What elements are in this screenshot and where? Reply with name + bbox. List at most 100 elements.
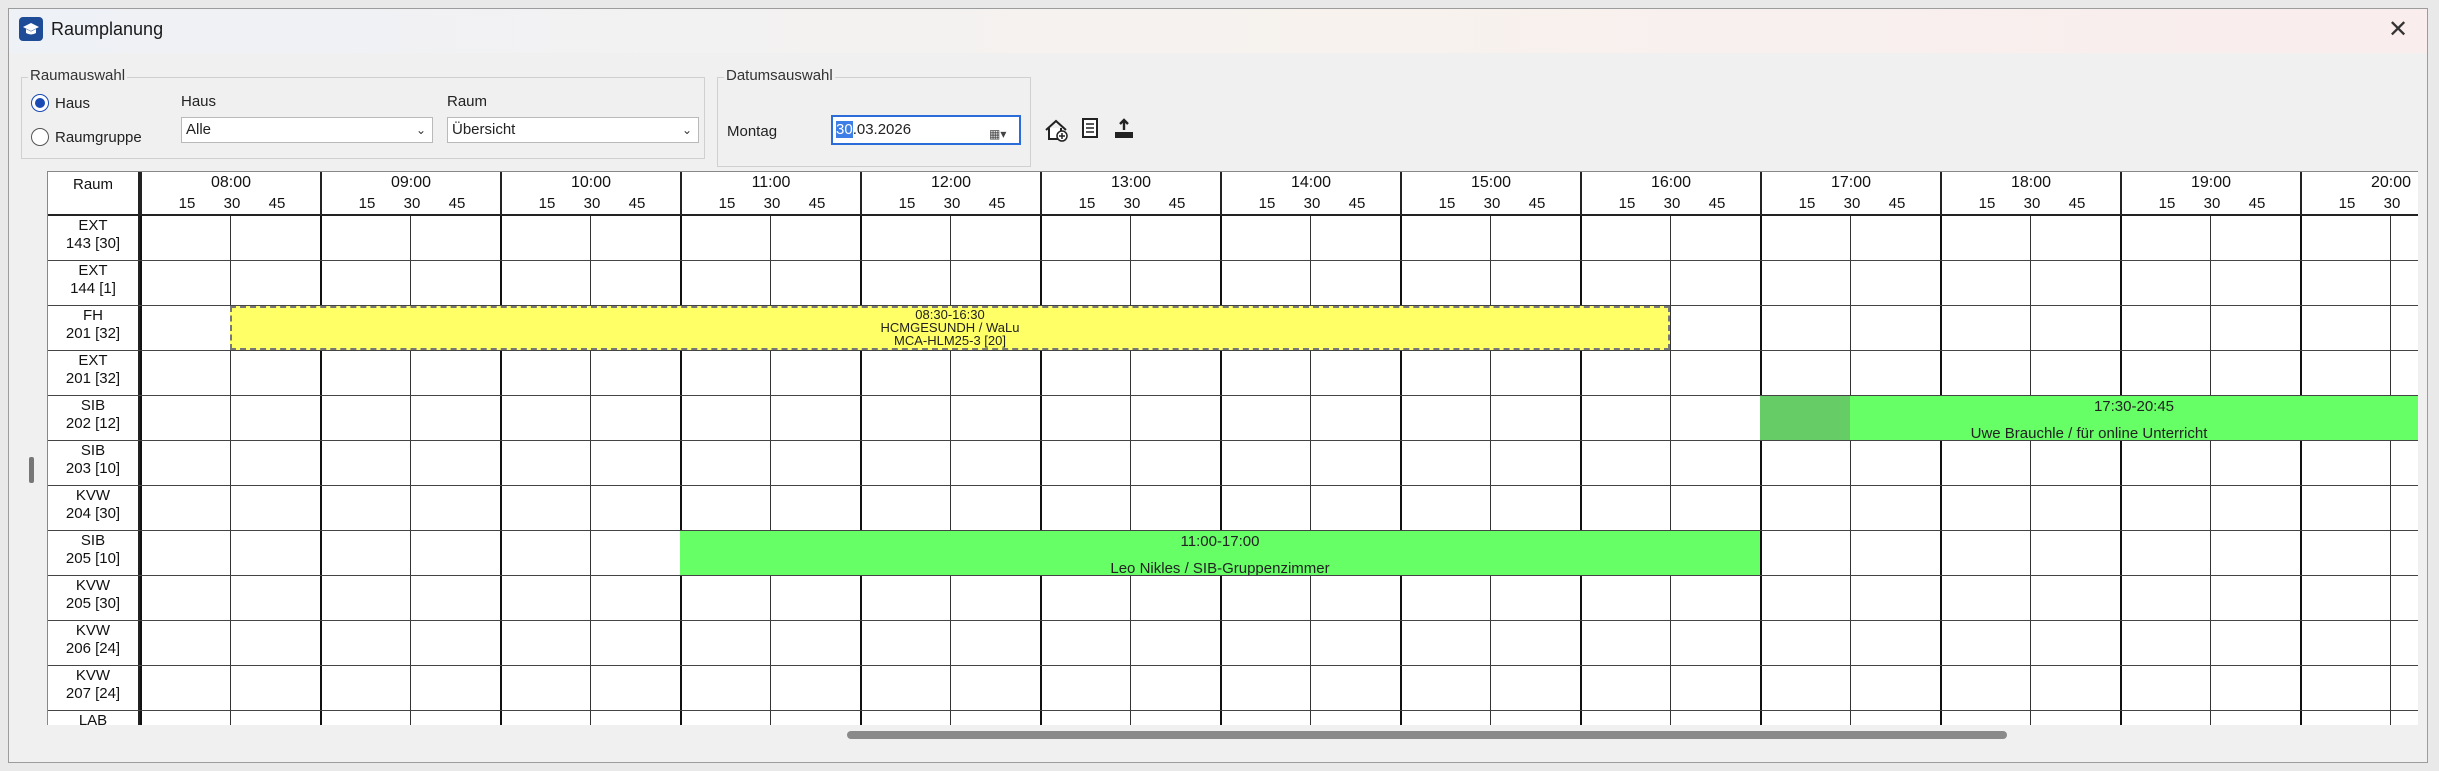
hour-header: 11:00 15 30 45 [680, 172, 860, 216]
hour-gridline [1220, 216, 1222, 725]
quarter-label: 15 [1258, 195, 1276, 212]
calendar-icon[interactable]: ▦▾ [989, 121, 1015, 141]
date-day-selected: 30 [836, 121, 853, 138]
quarter-label: 45 [988, 195, 1006, 212]
hour-header: 09:00 15 30 45 [320, 172, 500, 216]
hour-gridline [1040, 216, 1042, 725]
room-number: 144 [1] [70, 280, 116, 297]
quarter-label: 15 [1078, 195, 1096, 212]
hour-label: 14:00 [1290, 174, 1332, 191]
quarter-label: 45 [268, 195, 286, 212]
booking-block[interactable]: 17:30-20:45 Uwe Brauchle / für online Unt… [1760, 396, 2418, 440]
quarter-label: 30 [583, 195, 601, 212]
quarter-label: 30 [223, 195, 241, 212]
room-label: SIB 205 [10] [48, 531, 140, 576]
quarter-label: 45 [448, 195, 466, 212]
hour-label: 17:00 [1830, 174, 1872, 191]
quarter-label: 30 [1663, 195, 1681, 212]
hour-header: 12:00 15 30 45 [860, 172, 1040, 216]
hour-header: 10:00 15 30 45 [500, 172, 680, 216]
export-icon[interactable] [1109, 117, 1139, 147]
splitter-handle[interactable] [29, 457, 34, 483]
quarter-label: 15 [898, 195, 916, 212]
room-label: LAB [48, 711, 140, 725]
close-button[interactable]: ✕ [2381, 13, 2415, 47]
room-building: SIB [80, 397, 106, 414]
radio-haus-label[interactable]: Haus [55, 95, 90, 112]
haus-select[interactable]: Alle ⌄ [181, 117, 433, 143]
hour-header: 20:00153045 [2300, 172, 2418, 216]
quarter-label: 45 [1888, 195, 1906, 212]
date-rest: .03.2026 [852, 121, 912, 138]
half-hour-gridline [230, 216, 231, 725]
hour-gridline [1760, 216, 1762, 725]
half-hour-gridline [2390, 216, 2391, 725]
hour-header: 18:00 15 30 45 [1940, 172, 2120, 216]
room-building: KVW [75, 667, 111, 684]
booking-block[interactable]: 11:00-17:00 Leo Nikles / SIB-Gruppenzimme… [680, 531, 1760, 575]
row-gridline [48, 710, 2418, 711]
quarter-label: 15 [718, 195, 736, 212]
half-hour-gridline [950, 216, 951, 725]
raum-select[interactable]: Übersicht ⌄ [447, 117, 699, 143]
half-hour-gridline [1670, 216, 1671, 725]
half-hour-gridline [1850, 216, 1851, 725]
booking-description: Leo Nikles / SIB-Gruppenzimmer [1110, 560, 1330, 575]
room-label: FH 201 [32] [48, 306, 140, 351]
quarter-label: 45 [2068, 195, 2086, 212]
quarter-label: 30 [1303, 195, 1321, 212]
row-gridline [48, 260, 2418, 261]
hour-label: 09:00 [390, 174, 432, 191]
half-hour-gridline [590, 216, 591, 725]
row-gridline [48, 665, 2418, 666]
datumsauswahl-title: Datumsauswahl [724, 67, 835, 84]
room-number: 202 [12] [65, 415, 121, 432]
room-label: EXT 201 [32] [48, 351, 140, 396]
quarter-label: 15 [538, 195, 556, 212]
quarter-label: 45 [1528, 195, 1546, 212]
quarter-label: 15 [2338, 195, 2356, 212]
quarter-label: 45 [1708, 195, 1726, 212]
room-label: SIB 203 [10] [48, 441, 140, 486]
room-building: KVW [75, 577, 111, 594]
hour-header: 17:00 15 30 45 [1760, 172, 1940, 216]
quarter-label: 15 [178, 195, 196, 212]
radio-haus[interactable] [31, 94, 49, 112]
haus-label: Haus [181, 93, 217, 110]
quarter-label: 30 [2023, 195, 2041, 212]
row-gridline [48, 620, 2418, 621]
room-building: FH [83, 307, 103, 324]
date-input[interactable]: 30.03.2026 ▦▾ [831, 115, 1021, 145]
quarter-label: 30 [1483, 195, 1501, 212]
room-number: 206 [24] [65, 640, 121, 657]
list-icon[interactable] [1075, 117, 1105, 147]
quarter-label: 45 [2248, 195, 2266, 212]
half-hour-gridline [2210, 216, 2211, 725]
room-number: 204 [30] [65, 505, 121, 522]
room-building: KVW [75, 487, 111, 504]
hour-label: 16:00 [1650, 174, 1692, 191]
raum-label: Raum [447, 93, 488, 110]
half-hour-gridline [1490, 216, 1491, 725]
room-building: SIB [80, 442, 106, 459]
row-gridline [48, 575, 2418, 576]
horizontal-scrollbar[interactable] [847, 731, 2007, 739]
raumauswahl-title: Raumauswahl [28, 67, 128, 84]
room-number: 201 [32] [65, 325, 121, 342]
hour-gridline [680, 216, 682, 725]
schedule-grid: Raum 08:00 15 30 45 09:00 15 30 45 10:00 15 30 45 11… [47, 171, 2418, 725]
radio-raumgruppe[interactable] [31, 128, 49, 146]
room-building: SIB [80, 532, 106, 549]
raum-select-value: Übersicht [452, 121, 516, 138]
quarter-label: 45 [808, 195, 826, 212]
row-gridline [48, 485, 2418, 486]
hour-gridline [500, 216, 502, 725]
hour-gridline [1400, 216, 1402, 725]
chevron-down-icon: ⌄ [415, 123, 426, 137]
hour-header: 16:00 15 30 45 [1580, 172, 1760, 216]
radio-raumgruppe-label[interactable]: Raumgruppe [55, 129, 142, 146]
half-hour-gridline [410, 216, 411, 725]
house-add-icon[interactable] [1041, 117, 1071, 147]
booking-block[interactable]: 08:30-16:30 HCMGESUNDH / WaLu MCA-HLM25-3 … [230, 306, 1670, 350]
weekday-label: Montag [727, 123, 778, 140]
